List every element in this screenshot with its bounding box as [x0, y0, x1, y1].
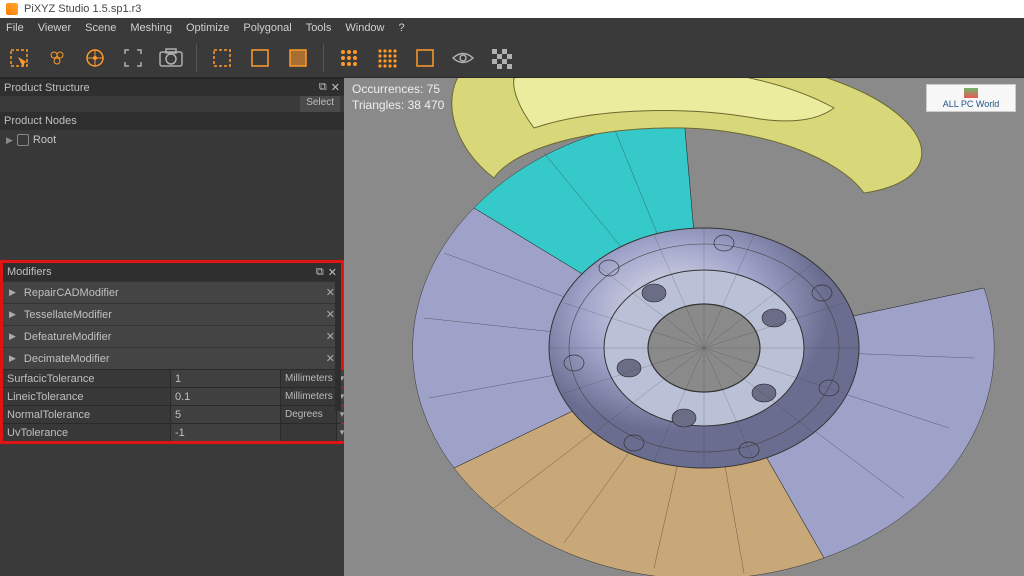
- modifier-name: TessellateModifier: [24, 309, 112, 321]
- modifier-item[interactable]: ▶ RepairCADModifier ✕: [3, 281, 341, 303]
- product-nodes-title: Product Nodes: [4, 115, 77, 127]
- menu-scene[interactable]: Scene: [85, 22, 116, 34]
- menu-viewer[interactable]: Viewer: [38, 22, 71, 34]
- toolbar-separator: [196, 44, 197, 72]
- watermark-badge: ALL PC World: [926, 84, 1016, 112]
- remove-modifier-icon[interactable]: ✕: [326, 352, 335, 365]
- scene-tree[interactable]: ▶ Root: [0, 130, 344, 260]
- menu-bar: File Viewer Scene Meshing Optimize Polyg…: [0, 18, 1024, 38]
- detach-panel-icon[interactable]: ⧉: [319, 81, 327, 94]
- property-label: UvTolerance: [3, 424, 171, 441]
- menu-tools[interactable]: Tools: [306, 22, 332, 34]
- expand-arrow-icon[interactable]: ▶: [9, 353, 16, 364]
- modifier-item[interactable]: ▶ TessellateModifier ✕: [3, 303, 341, 325]
- bounds-solid-icon[interactable]: [247, 45, 273, 71]
- remove-modifier-icon[interactable]: ✕: [326, 330, 335, 343]
- modifier-name: RepairCADModifier: [24, 287, 119, 299]
- shaded-wire-icon[interactable]: [285, 45, 311, 71]
- property-value[interactable]: -1: [171, 424, 281, 441]
- title-bar: PiXYZ Studio 1.5.sp1.r3: [0, 0, 1024, 18]
- property-label: NormalTolerance: [3, 406, 171, 423]
- property-unit: Degrees: [281, 406, 337, 423]
- property-row: UvTolerance -1 ▾: [3, 423, 341, 441]
- property-unit: [281, 424, 337, 441]
- app-logo-icon: [6, 3, 18, 15]
- close-panel-icon[interactable]: ✕: [328, 266, 337, 279]
- triangles-label: Triangles:: [352, 98, 404, 112]
- modifiers-header: Modifiers ⧉ ✕: [3, 263, 341, 281]
- left-side-panel: Product Structure ⧉ ✕ Select Product Nod…: [0, 78, 344, 576]
- property-value[interactable]: 5: [171, 406, 281, 423]
- occurrences-value: 75: [427, 82, 440, 96]
- modifiers-panel-highlighted: Modifiers ⧉ ✕ ▶ RepairCADModifier ✕ ▶ Tess…: [0, 260, 344, 444]
- tab-select[interactable]: Select: [300, 96, 340, 112]
- property-row: NormalTolerance 5 Degrees ▾: [3, 405, 341, 423]
- property-value[interactable]: 0.1: [171, 388, 281, 405]
- triangles-value: 38 470: [408, 98, 445, 112]
- toolbar-separator: [323, 44, 324, 72]
- property-label: SurfacicTolerance: [3, 370, 171, 387]
- checker-icon[interactable]: [488, 45, 514, 71]
- 3d-viewport[interactable]: Occurrences: 75 Triangles: 38 470 ALL PC…: [344, 78, 1024, 576]
- modifiers-list: ▶ RepairCADModifier ✕ ▶ TessellateModifier…: [3, 281, 341, 441]
- product-structure-header: Product Structure ⧉ ✕: [0, 78, 344, 96]
- tree-row-root[interactable]: ▶ Root: [6, 134, 338, 146]
- property-label: LineicTolerance: [3, 388, 171, 405]
- menu-file[interactable]: File: [6, 22, 24, 34]
- visibility-icon[interactable]: [450, 45, 476, 71]
- property-unit: Millimeters: [281, 388, 337, 405]
- capture-icon[interactable]: [158, 45, 184, 71]
- expand-arrow-icon[interactable]: ▶: [9, 287, 16, 298]
- expand-arrow-icon[interactable]: ▶: [9, 331, 16, 342]
- menu-window[interactable]: Window: [345, 22, 384, 34]
- expand-arrow-icon[interactable]: ▶: [9, 309, 16, 320]
- focus-icon[interactable]: [120, 45, 146, 71]
- remove-modifier-icon[interactable]: ✕: [326, 308, 335, 321]
- bounds-dashed-icon[interactable]: [209, 45, 235, 71]
- node-icon: [17, 134, 29, 146]
- app-title: PiXYZ Studio 1.5.sp1.r3: [24, 3, 141, 15]
- element-select-icon[interactable]: [6, 45, 32, 71]
- vertex-select-icon[interactable]: [82, 45, 108, 71]
- modifier-item[interactable]: ▶ DefeatureModifier ✕: [3, 325, 341, 347]
- watermark-icon: [964, 88, 978, 98]
- expand-arrow-icon[interactable]: ▶: [6, 135, 13, 146]
- modifier-name: DefeatureModifier: [24, 331, 111, 343]
- remove-modifier-icon[interactable]: ✕: [326, 286, 335, 299]
- property-row: LineicTolerance 0.1 Millimeters ▾: [3, 387, 341, 405]
- select-tab-bar: Select: [0, 96, 344, 112]
- face-select-icon[interactable]: [44, 45, 70, 71]
- wire-box-icon[interactable]: [412, 45, 438, 71]
- panel-empty-space: [0, 444, 344, 576]
- detach-panel-icon[interactable]: ⧉: [316, 266, 324, 279]
- menu-polygonal[interactable]: Polygonal: [243, 22, 291, 34]
- close-panel-icon[interactable]: ✕: [331, 81, 340, 94]
- product-nodes-header: Product Nodes: [0, 112, 344, 130]
- product-structure-title: Product Structure: [4, 82, 90, 94]
- menu-help[interactable]: ?: [399, 22, 405, 34]
- menu-optimize[interactable]: Optimize: [186, 22, 229, 34]
- occurrences-label: Occurrences:: [352, 82, 423, 96]
- modifiers-title: Modifiers: [7, 266, 52, 278]
- tree-root-label: Root: [33, 134, 56, 146]
- viewport-stats: Occurrences: 75 Triangles: 38 470: [352, 82, 444, 113]
- property-unit: Millimeters: [281, 370, 337, 387]
- property-value[interactable]: 1: [171, 370, 281, 387]
- main-toolbar: [0, 38, 1024, 78]
- grid-4x4-icon[interactable]: [374, 45, 400, 71]
- modifier-name: DecimateModifier: [24, 353, 110, 365]
- modifier-item[interactable]: ▶ DecimateModifier ✕: [3, 347, 341, 369]
- grid-3x3-icon[interactable]: [336, 45, 362, 71]
- brake-disc-model: [344, 78, 1024, 576]
- menu-meshing[interactable]: Meshing: [130, 22, 172, 34]
- property-row: SurfacicTolerance 1 Millimeters ▾: [3, 369, 341, 387]
- modifiers-scrollbar[interactable]: [335, 281, 341, 411]
- watermark-text: ALL PC World: [943, 99, 1000, 109]
